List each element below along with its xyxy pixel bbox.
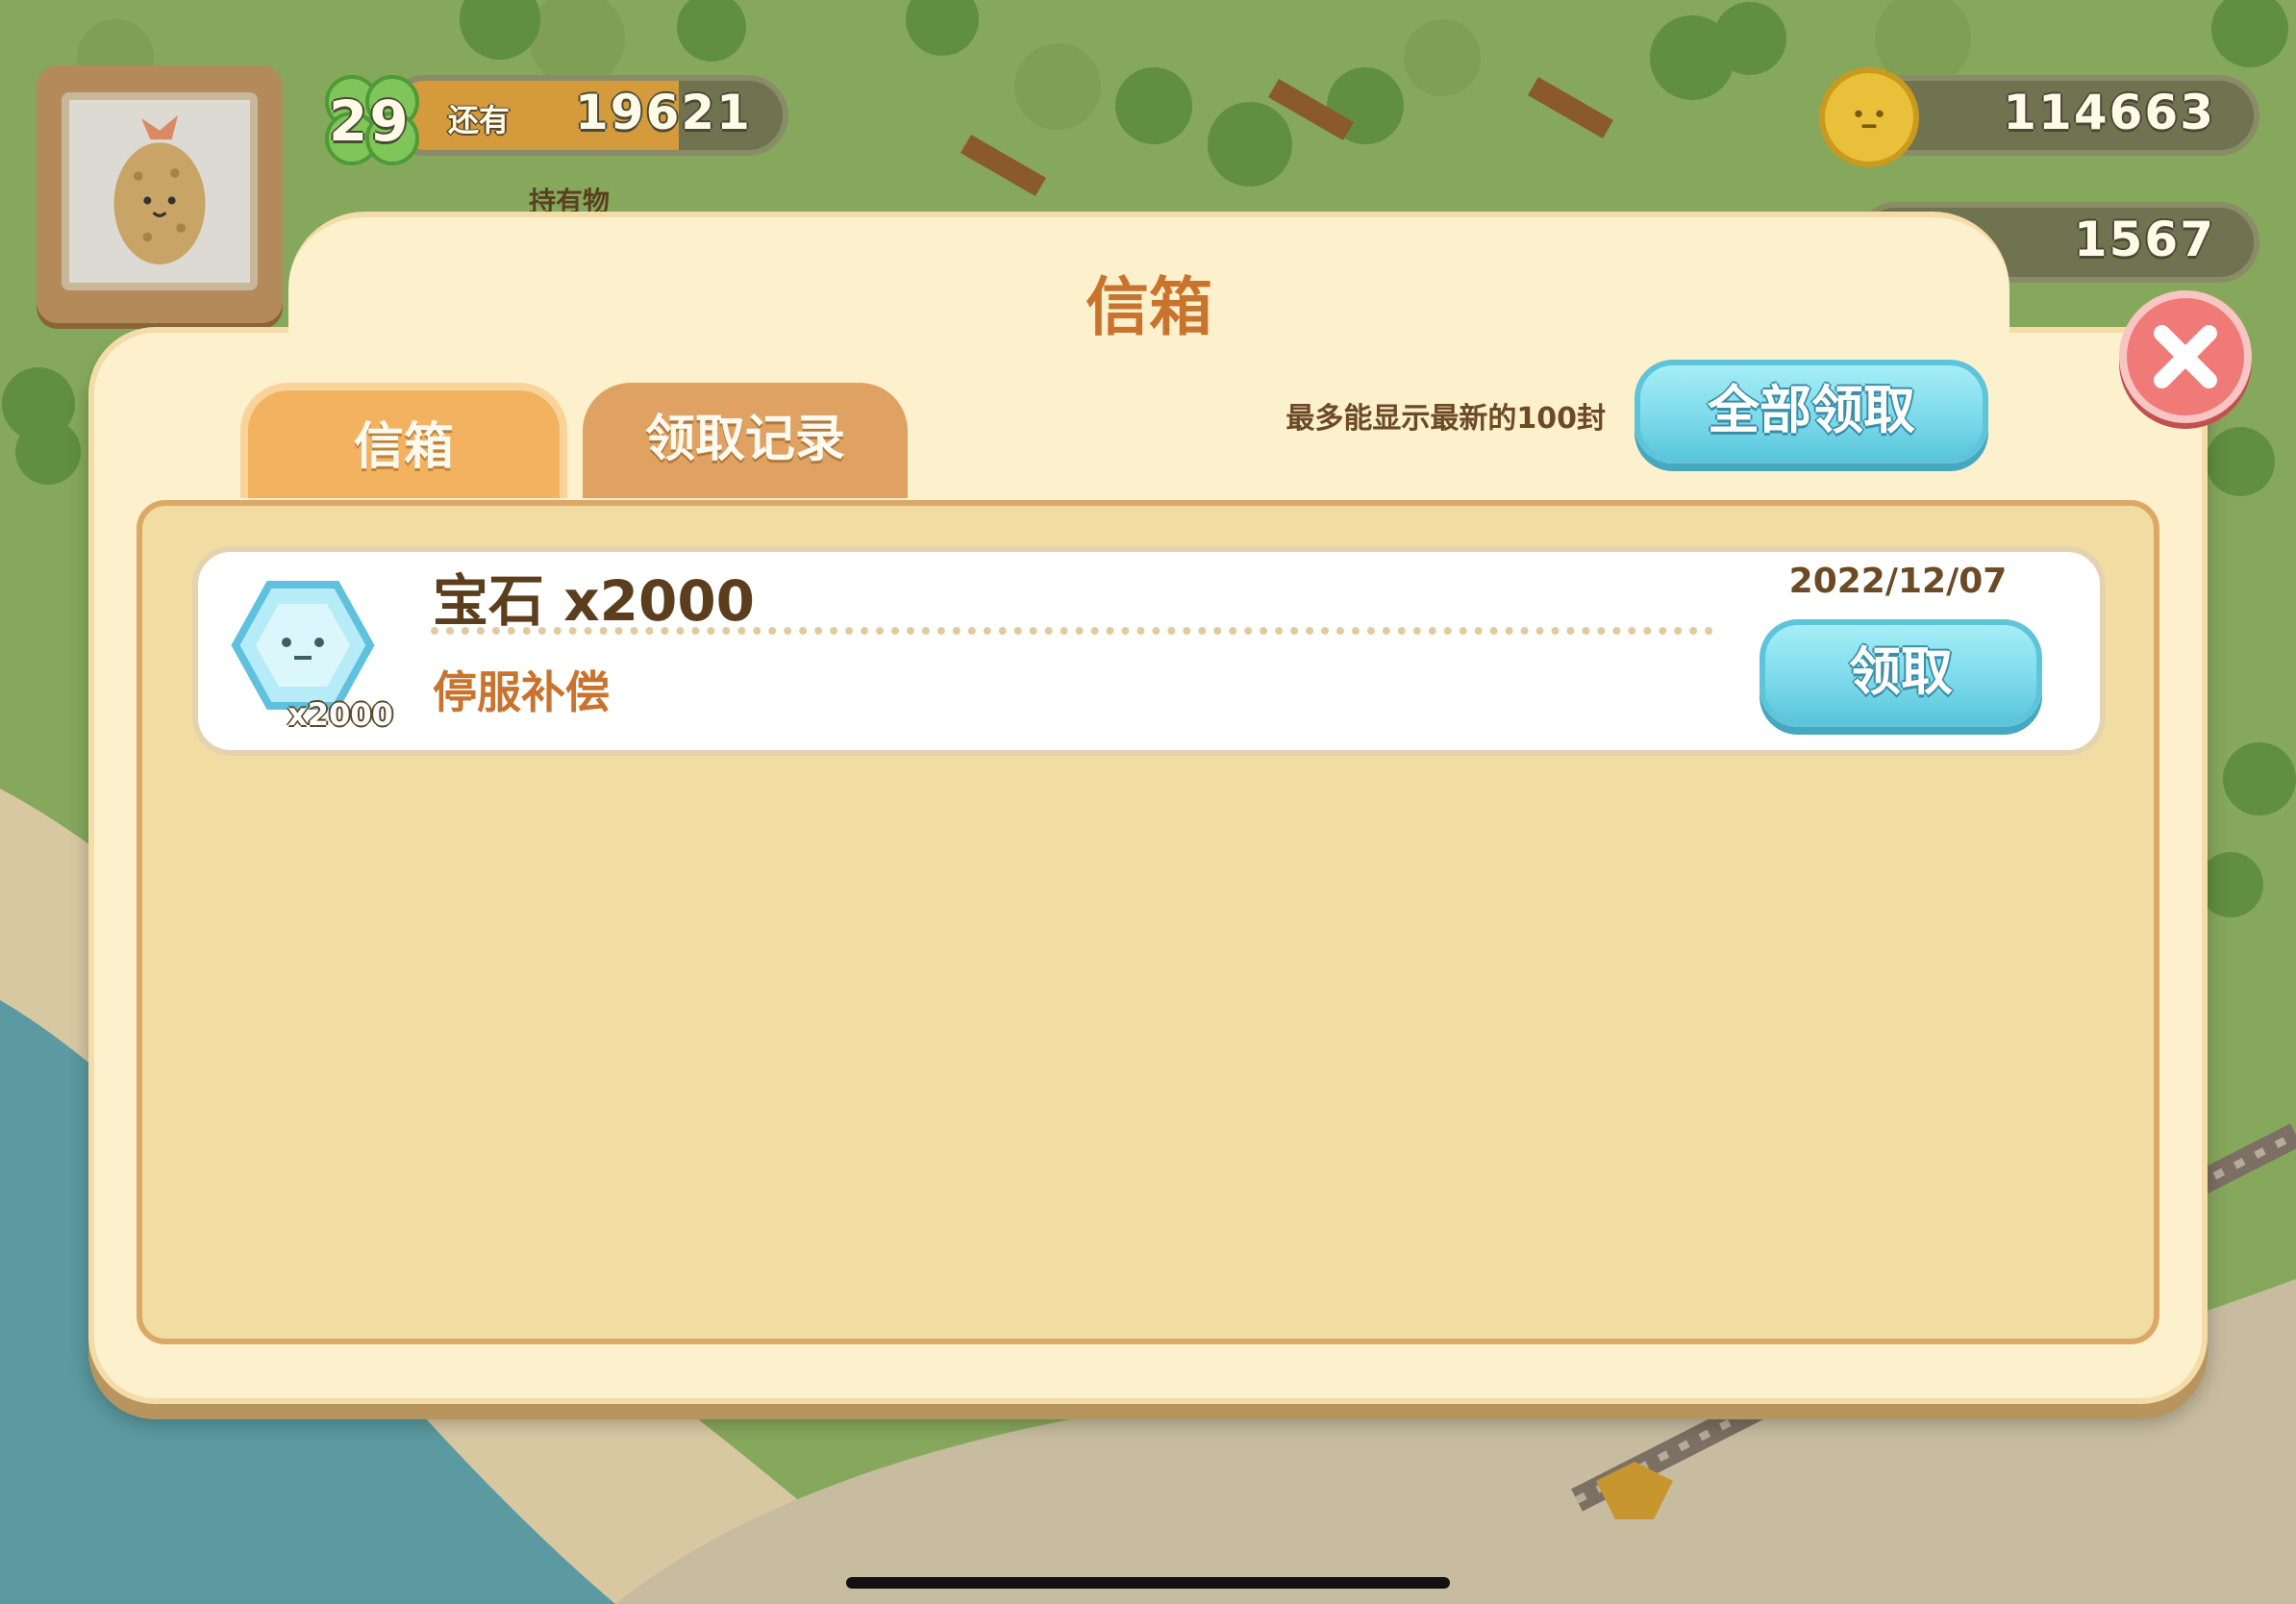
player-level: 29	[329, 88, 411, 154]
avatar	[62, 92, 258, 290]
mail-subtitle: 停服补偿	[433, 666, 610, 718]
mail-divider	[431, 627, 1713, 635]
tonkatsu-character-icon	[113, 114, 206, 264]
tab-claim-history[interactable]: 领取记录	[583, 383, 908, 498]
player-avatar-frame[interactable]	[37, 65, 283, 323]
mail-date: 2022/12/07	[1788, 562, 2008, 601]
exp-bar: 还有 19621	[385, 75, 788, 156]
claim-button[interactable]: 领取	[1759, 619, 2042, 727]
exp-remaining-value: 19621	[575, 85, 752, 140]
gem-count: 1567	[2073, 212, 2215, 267]
close-icon	[2154, 325, 2217, 388]
level-clover-badge: 29	[319, 69, 425, 175]
item-quantity: x2000	[287, 696, 393, 733]
tab-mailbox[interactable]: 信箱	[240, 383, 567, 498]
close-button[interactable]	[2119, 290, 2252, 423]
exp-remaining-label: 还有	[448, 102, 511, 138]
claim-all-button[interactable]: 全部领取	[1635, 360, 1988, 464]
mailbox-limit-hint: 最多能显示最新的100封	[1285, 402, 1606, 436]
coin-count: 114663	[2003, 85, 2215, 140]
dialog-title: 信箱	[1086, 270, 1212, 344]
mail-title: 宝石 x2000	[433, 568, 756, 634]
home-indicator[interactable]	[846, 1577, 1450, 1589]
coin-icon	[1819, 67, 1919, 167]
